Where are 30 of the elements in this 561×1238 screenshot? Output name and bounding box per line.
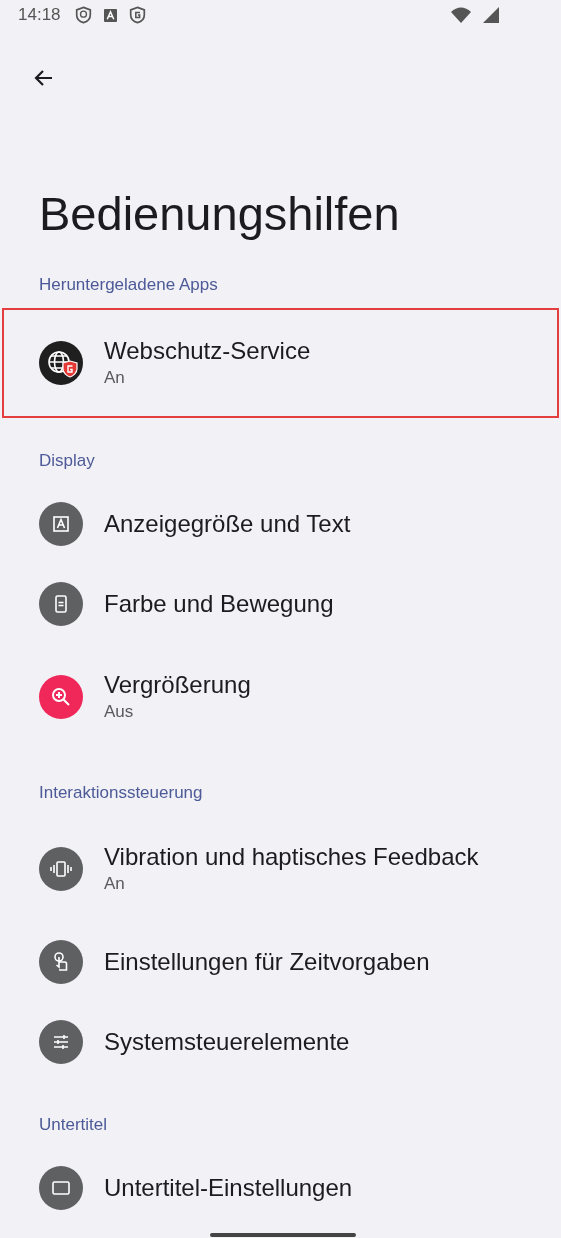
item-status: An [104,367,126,389]
section-header: Untertitel [39,1114,108,1136]
item-title: Einstellungen für Zeitvorgaben [104,947,430,977]
item-status: An [104,873,126,895]
item-status: Aus [104,701,135,723]
section-header: Display [39,450,95,472]
item-title: Untertitel-Einstellungen [104,1173,353,1203]
font-square-icon [103,8,117,22]
settings-item[interactable]: Einstellungen für Zeitvorgaben [0,922,561,1002]
section-header: Interaktionssteuerung [39,782,203,804]
item-title: Systemsteuerelemente [104,1027,350,1057]
section-header: Heruntergeladene Apps [39,274,218,296]
status-time: 14:18 [18,5,61,25]
settings-item[interactable]: Vergrößerung Aus [0,644,561,750]
wifi-icon [451,7,471,23]
item-title: Anzeigegröße und Text [104,509,351,539]
item-title: Vergrößerung [104,670,251,700]
item-title: Farbe und Bewegung [104,589,334,619]
item-title: Vibration und haptisches Feedback [104,842,479,872]
settings-item[interactable]: Untertitel-Einstellungen [0,1148,561,1228]
settings-item[interactable]: Anzeigegröße und Text [0,484,561,564]
signal-icon [483,7,499,23]
settings-item[interactable]: Webschutz-Service An [2,308,559,418]
settings-item[interactable]: Farbe und Bewegung [0,564,561,644]
page-title: Bedienungshilfen [39,186,401,242]
shield-icon [74,6,92,24]
settings-item[interactable]: Systemsteuerelemente [0,1002,561,1082]
shield-icon [128,6,146,24]
settings-item[interactable]: Vibration und haptisches Feedback An [0,816,561,922]
item-title: Webschutz-Service [104,336,311,366]
